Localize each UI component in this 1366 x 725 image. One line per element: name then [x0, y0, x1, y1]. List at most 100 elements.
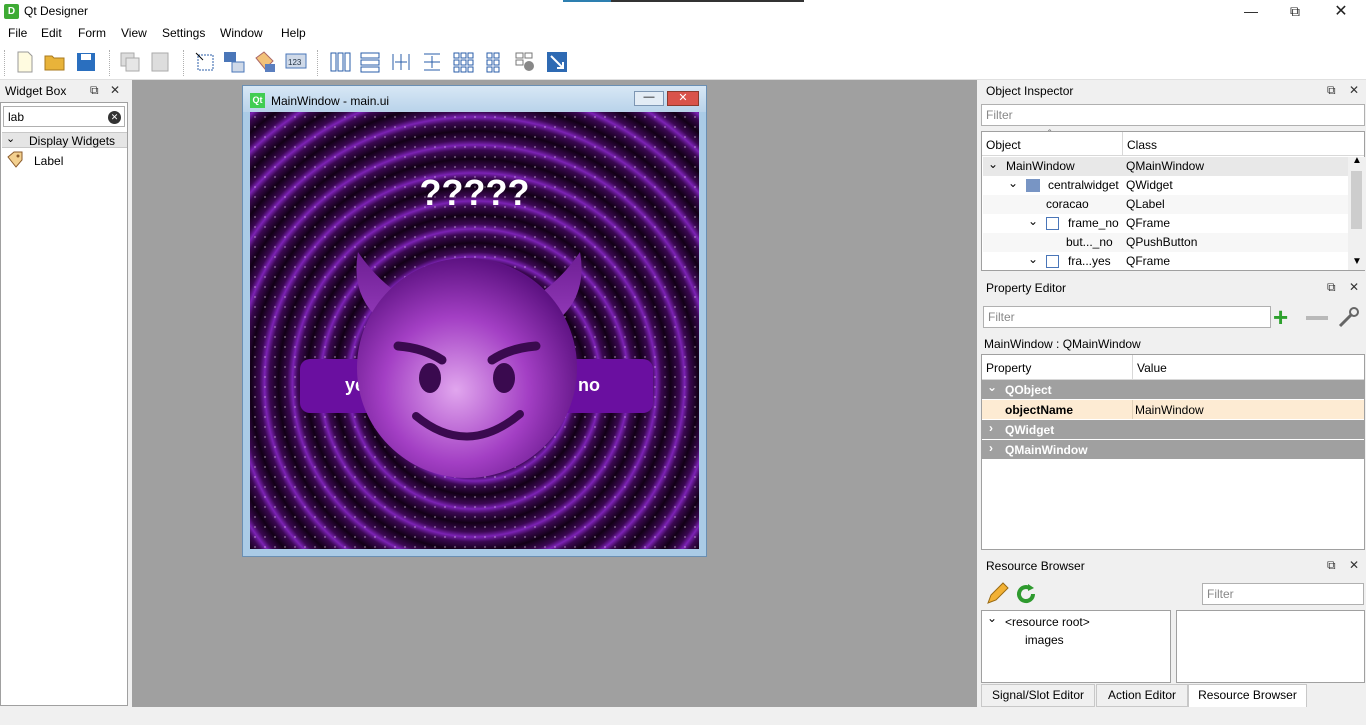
save-icon[interactable] [74, 50, 98, 74]
edit-buddies-icon[interactable] [253, 50, 277, 74]
reload-icon[interactable] [1014, 582, 1038, 606]
menu-edit[interactable]: Edit [41, 26, 62, 40]
form-window-title: MainWindow - main.ui [271, 94, 390, 108]
tree-row[interactable]: coracao QLabel [983, 195, 1348, 214]
object-class: QLabel [1126, 197, 1165, 211]
edit-widgets-icon[interactable] [193, 50, 217, 74]
resource-browser-title-bar: Resource Browser ⧉ ✕ [981, 555, 1366, 577]
toolbar-separator [317, 50, 320, 76]
layout-form-icon[interactable] [482, 50, 506, 74]
menu-settings[interactable]: Settings [162, 26, 205, 40]
edit-resources-pencil-icon[interactable] [985, 582, 1009, 606]
add-dynamic-property-icon[interactable]: + [1273, 304, 1299, 330]
form-close-icon[interactable]: ✕ [667, 91, 699, 106]
object-class: QPushButton [1126, 235, 1198, 249]
form-minimize-icon[interactable]: — [634, 91, 664, 106]
property-value[interactable]: MainWindow [1135, 403, 1204, 417]
widget-box-panel: lab ✕ ⌄ Display Widgets Label [0, 102, 128, 706]
scroll-down-icon[interactable]: ▼ [1352, 256, 1362, 267]
open-icon[interactable] [43, 50, 67, 74]
object-tree-scrollbar[interactable]: ▲ ▼ [1348, 155, 1365, 270]
tree-row[interactable]: ⌄ MainWindow QMainWindow [983, 157, 1348, 176]
object-filter-placeholder: Filter [986, 108, 1013, 122]
tab-action-editor[interactable]: Action Editor [1096, 684, 1188, 707]
float-icon[interactable]: ⧉ [1327, 558, 1336, 573]
column-object[interactable]: Object [986, 138, 1021, 152]
object-name: MainWindow [1006, 159, 1075, 173]
form-window[interactable]: Qt MainWindow - main.ui — ✕ ????? yes no [242, 85, 707, 557]
clear-search-icon[interactable]: ✕ [108, 111, 121, 124]
menu-view[interactable]: View [121, 26, 147, 40]
form-title-bar[interactable]: Qt MainWindow - main.ui — ✕ [243, 86, 706, 112]
heading-label[interactable]: ????? [250, 172, 699, 214]
new-icon[interactable] [13, 50, 37, 74]
scroll-up-icon[interactable]: ▲ [1352, 155, 1362, 166]
layout-v-splitter-icon[interactable] [420, 50, 444, 74]
menu-window[interactable]: Window [220, 26, 263, 40]
float-icon[interactable]: ⧉ [1327, 83, 1336, 98]
column-value[interactable]: Value [1137, 361, 1167, 375]
tab-resource-browser[interactable]: Resource Browser [1188, 684, 1307, 707]
menu-file[interactable]: File [8, 26, 27, 40]
property-group-qwidget[interactable]: › QWidget [982, 420, 1364, 439]
close-icon[interactable]: ✕ [1318, 0, 1364, 23]
column-property[interactable]: Property [986, 361, 1031, 375]
resource-root-item[interactable]: <resource root> [1005, 615, 1090, 629]
chevron-down-icon: ⌄ [1028, 214, 1039, 228]
property-group-qobject[interactable]: ⌄ QObject [982, 380, 1364, 399]
layout-grid-icon[interactable] [451, 50, 475, 74]
object-name: coracao [1046, 197, 1089, 211]
minimize-icon[interactable]: — [1228, 0, 1274, 23]
layout-vertical-icon[interactable] [358, 50, 382, 74]
property-group-qmainwindow[interactable]: › QMainWindow [982, 440, 1364, 459]
widget-item-label[interactable]: Label [2, 151, 127, 171]
smiling-devil-emoji[interactable] [338, 248, 600, 478]
object-tree-header: Object ˆ Class [982, 129, 1364, 156]
configure-wrench-icon[interactable] [1336, 306, 1362, 330]
resource-filter-input[interactable]: Filter [1202, 583, 1364, 605]
object-tree: Object ˆ Class ⌄ MainWindow QMainWindow … [981, 129, 1365, 271]
paste-icon[interactable] [148, 50, 172, 74]
main-window-canvas[interactable]: ????? yes no [250, 112, 699, 549]
property-row-objectname[interactable]: objectName MainWindow [982, 400, 1364, 419]
edit-tab-order-icon[interactable]: 123 [284, 50, 308, 74]
break-layout-icon[interactable] [513, 50, 537, 74]
close-icon[interactable]: ✕ [1349, 558, 1359, 572]
layout-h-splitter-icon[interactable] [389, 50, 413, 74]
label-tag-icon [7, 151, 23, 168]
scrollbar-thumb[interactable] [1351, 171, 1362, 229]
tree-row[interactable]: but..._no QPushButton [983, 233, 1348, 252]
menu-form[interactable]: Form [78, 26, 106, 40]
tree-row[interactable]: ⌄ frame_no QFrame [983, 214, 1348, 233]
widget-item-name: Label [34, 154, 64, 168]
tree-row[interactable]: ⌄ fra...yes QFrame [983, 252, 1348, 271]
property-filter-input[interactable]: Filter [983, 306, 1271, 328]
widget-search-value: lab [8, 110, 25, 124]
tree-row[interactable]: ⌄ centralwidget QWidget [983, 176, 1348, 195]
close-icon[interactable]: ✕ [1349, 83, 1359, 97]
object-filter-input[interactable]: Filter [981, 104, 1365, 126]
property-table-header: Property Value [982, 355, 1364, 380]
float-icon[interactable]: ⧉ [1327, 280, 1336, 295]
property-editor-title-bar: Property Editor ⧉ ✕ [981, 277, 1366, 299]
tab-signal-slot-editor[interactable]: Signal/Slot Editor [981, 684, 1095, 707]
property-name: objectName [1005, 403, 1074, 417]
menu-help[interactable]: Help [281, 26, 306, 40]
resource-images-item[interactable]: images [1025, 633, 1064, 647]
svg-text:123: 123 [288, 58, 302, 67]
column-class[interactable]: Class [1127, 138, 1157, 152]
restore-icon[interactable]: ⧉ [1272, 0, 1318, 23]
chevron-right-icon: › [989, 421, 993, 435]
close-icon[interactable]: ✕ [110, 83, 120, 97]
layout-horizontal-icon[interactable] [328, 50, 352, 74]
category-display-widgets[interactable]: ⌄ Display Widgets [2, 132, 127, 148]
widget-search-input[interactable]: lab ✕ [3, 106, 125, 127]
close-icon[interactable]: ✕ [1349, 280, 1359, 294]
copy-icon[interactable] [118, 50, 142, 74]
remove-property-icon[interactable] [1306, 316, 1328, 320]
edit-signals-icon[interactable] [222, 50, 246, 74]
adjust-size-icon[interactable] [545, 50, 569, 74]
resource-file-list [1176, 610, 1365, 683]
hbox-layout-icon [1046, 217, 1059, 230]
float-icon[interactable]: ⧉ [90, 83, 99, 98]
